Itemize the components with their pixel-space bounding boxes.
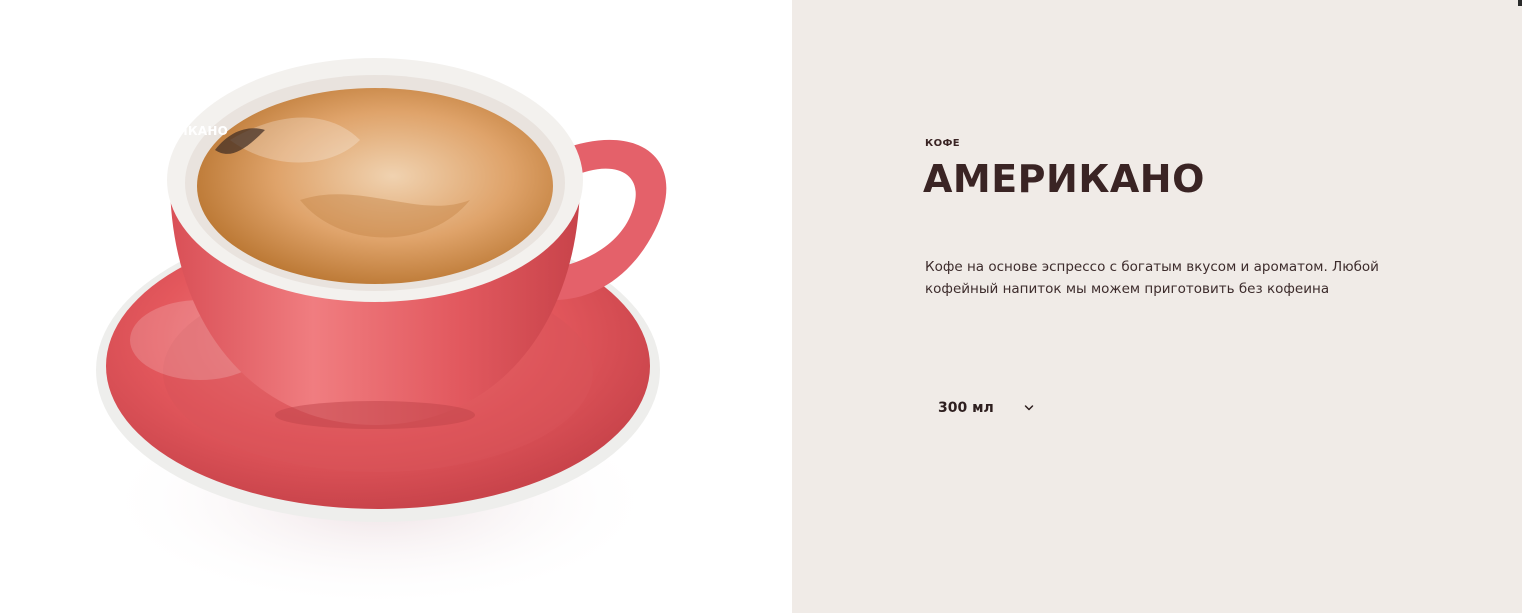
americano-cup-image <box>96 58 667 610</box>
product-description: Кофе на основе эспрессо с богатым вкусом… <box>925 259 1379 297</box>
image-overlay-label: АМЕРИКАНО <box>172 124 228 138</box>
product-info-pane: КОФЕ АМЕРИКАНО Кофе на основе эспрессо с… <box>792 0 1522 613</box>
chevron-down-icon <box>1024 403 1034 413</box>
product-page: АМЕРИКАНО КОФЕ АМЕРИКАНО Кофе на основе … <box>0 0 1522 613</box>
corner-mark <box>1518 0 1522 6</box>
product-image-pane: АМЕРИКАНО <box>0 0 792 613</box>
product-title: АМЕРИКАНО <box>923 157 1205 201</box>
size-select[interactable]: 300 мл <box>938 396 1034 420</box>
size-selected-value: 300 мл <box>938 400 994 416</box>
product-category: КОФЕ <box>925 138 961 149</box>
